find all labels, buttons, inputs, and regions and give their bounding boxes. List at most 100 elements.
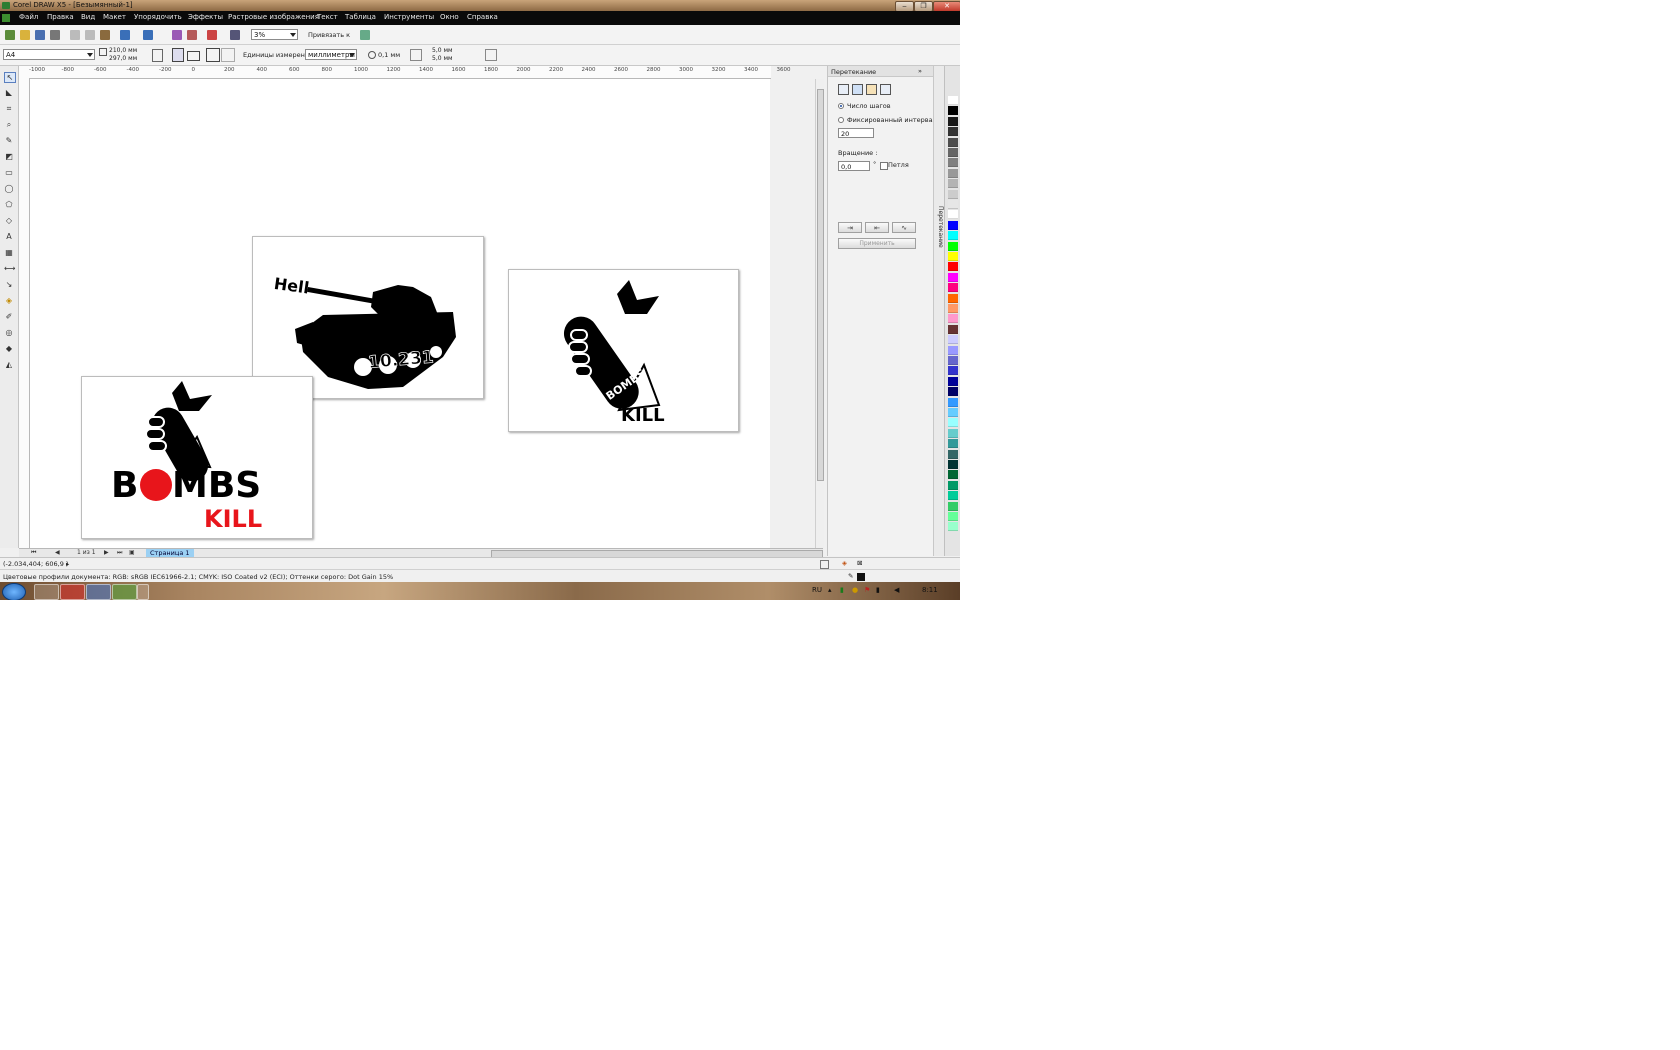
nudge-distance-field[interactable]: 0,1 мм — [378, 51, 400, 59]
color-eyedropper-tool-icon[interactable]: ✐ — [4, 312, 14, 321]
color-profiles-info[interactable]: Цветовые профили документа: RGB: sRGB IE… — [3, 573, 393, 581]
blend-steps-tab-icon[interactable] — [838, 84, 849, 95]
antivirus-icon[interactable]: ● — [852, 586, 858, 594]
palette-swatch[interactable] — [948, 376, 958, 386]
palette-swatch[interactable] — [948, 314, 958, 324]
apply-to-end-icon[interactable]: ⇤ — [865, 222, 889, 233]
blend-acceleration-tab-icon[interactable] — [852, 84, 863, 95]
zoom-tool-icon[interactable]: ⌕ — [4, 120, 14, 129]
redo-icon[interactable] — [143, 30, 153, 40]
palette-swatch[interactable] — [948, 397, 958, 407]
palette-swatch[interactable] — [948, 428, 958, 438]
paste-icon[interactable] — [100, 30, 110, 40]
explorer-taskbar-icon[interactable] — [34, 584, 59, 600]
import-icon[interactable] — [172, 30, 182, 40]
duplicate-x-field[interactable]: 5,0 мм — [432, 47, 453, 54]
palette-swatch[interactable] — [948, 231, 958, 241]
palette-swatch[interactable] — [948, 491, 958, 501]
start-button[interactable] — [2, 583, 26, 600]
horizontal-ruler[interactable]: -1000 -800 -600 -400 -200 0 200 400 600 800 1000 12… — [19, 66, 791, 79]
palette-swatch[interactable] — [948, 96, 958, 105]
palette-swatch[interactable] — [948, 189, 958, 199]
cut-icon[interactable] — [70, 30, 80, 40]
palette-swatch[interactable] — [948, 252, 958, 261]
duplicate-y-field[interactable]: 5,0 мм — [432, 55, 453, 62]
ellipse-tool-icon[interactable]: ◯ — [4, 184, 14, 193]
save-icon[interactable] — [35, 30, 45, 40]
palette-swatch[interactable] — [948, 116, 958, 126]
outline-color-swatch[interactable] — [857, 573, 865, 581]
open-icon[interactable] — [20, 30, 30, 40]
page-tab[interactable]: Страница 1 — [146, 549, 194, 557]
next-page-button[interactable]: ▶ — [104, 549, 109, 556]
coreldraw-taskbar-icon[interactable] — [112, 584, 137, 600]
portrait-icon[interactable] — [172, 48, 184, 62]
copy-icon[interactable] — [85, 30, 95, 40]
menu-file[interactable]: Файл — [19, 13, 38, 21]
bomb-kill-image-right[interactable]: BOMBS KILL — [508, 269, 739, 432]
palette-swatch[interactable] — [948, 345, 958, 355]
fill-indicator-icon[interactable]: ◈ — [842, 559, 847, 567]
palette-swatch[interactable] — [948, 324, 958, 334]
palette-swatch[interactable] — [948, 449, 958, 459]
shape-tool-icon[interactable]: ◣ — [4, 88, 14, 97]
page-height-field[interactable]: 297,0 мм — [109, 55, 137, 62]
palette-swatch[interactable] — [948, 335, 958, 345]
tank-image[interactable]: Hell 10.231 — [252, 236, 484, 399]
signal-icon[interactable]: ▮ — [876, 586, 880, 594]
path-properties-icon[interactable]: ∿ — [892, 222, 916, 233]
blend-tool-icon[interactable]: ◈ — [4, 296, 14, 305]
units-combo[interactable]: миллиметры — [305, 49, 357, 60]
crop-tool-icon[interactable]: ⌗ — [4, 104, 14, 113]
palette-swatch[interactable] — [948, 158, 958, 168]
menu-bitmaps[interactable]: Растровые изображения — [228, 13, 319, 21]
palette-swatch[interactable] — [948, 241, 958, 251]
options-icon[interactable] — [360, 30, 370, 40]
last-page-button[interactable]: ⏭ — [117, 549, 122, 557]
palette-swatch[interactable] — [948, 512, 958, 521]
undo-icon[interactable] — [120, 30, 130, 40]
menu-edit[interactable]: Правка — [47, 13, 74, 21]
apply-button[interactable]: Применить — [838, 238, 916, 249]
bombs-kill-image-left[interactable]: B MBS KILL — [81, 376, 313, 539]
language-indicator[interactable]: RU — [812, 586, 822, 594]
basic-shapes-tool-icon[interactable]: ◇ — [4, 216, 14, 225]
menu-arrange[interactable]: Упорядочить — [134, 13, 182, 21]
palette-swatch[interactable] — [948, 168, 958, 178]
palette-swatch[interactable] — [948, 439, 958, 449]
palette-swatch[interactable] — [948, 262, 958, 272]
current-page-icon[interactable] — [221, 48, 235, 62]
palette-swatch[interactable] — [948, 127, 958, 137]
palette-swatch[interactable] — [948, 501, 958, 511]
steps-radio[interactable] — [838, 103, 844, 109]
palette-swatch[interactable] — [948, 304, 958, 313]
freehand-tool-icon[interactable]: ✎ — [4, 136, 14, 145]
palette-swatch[interactable] — [948, 460, 958, 469]
flag-icon[interactable]: ⚑ — [864, 586, 870, 594]
interactive-fill-tool-icon[interactable]: ◭ — [4, 360, 14, 369]
menu-text[interactable]: Текст — [317, 13, 338, 21]
export-icon[interactable] — [187, 30, 197, 40]
menu-view[interactable]: Вид — [81, 13, 95, 21]
network-icon[interactable]: ▮ — [840, 586, 844, 594]
table-tool-icon[interactable]: ▦ — [4, 248, 14, 257]
snapshot-icon[interactable] — [820, 560, 829, 569]
polygon-tool-icon[interactable]: ⬠ — [4, 200, 14, 209]
treat-as-filled-icon[interactable] — [485, 49, 497, 61]
add-page-button[interactable]: ▣ — [129, 549, 135, 556]
blend-misc-tab-icon[interactable] — [880, 84, 891, 95]
palette-swatch[interactable] — [948, 106, 958, 116]
new-icon[interactable] — [5, 30, 15, 40]
palette-swatch[interactable] — [948, 418, 958, 428]
palette-swatch[interactable] — [948, 470, 958, 480]
rotation-spinner[interactable]: 0,0 — [838, 161, 870, 171]
parallel-dimension-tool-icon[interactable]: ⟷ — [4, 264, 15, 273]
landscape-icon[interactable] — [187, 51, 200, 61]
first-page-button[interactable]: ⏮ — [31, 549, 36, 557]
prev-page-button[interactable]: ◀ — [55, 549, 60, 556]
coords-expand-arrow[interactable]: ▸ — [66, 560, 69, 568]
paper-type-combo[interactable]: A4 — [3, 49, 95, 60]
application-launcher-icon[interactable] — [207, 30, 217, 40]
menu-tools[interactable]: Инструменты — [384, 13, 434, 21]
yandex-browser-taskbar-icon[interactable] — [60, 584, 85, 600]
